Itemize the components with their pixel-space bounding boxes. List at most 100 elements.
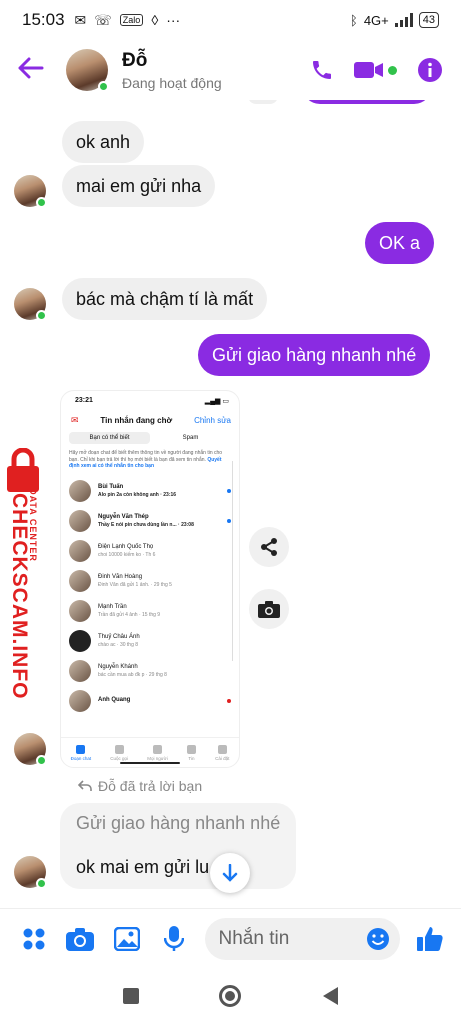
image-message[interactable]: 23:21 ▂▄▆ ▭ ✉ Tin nhắn đang chờ Chỉnh sửa… <box>60 390 240 768</box>
shot-row-avatar <box>69 599 91 622</box>
network-type: 4G+ <box>363 12 389 28</box>
contact-avatar[interactable] <box>66 49 109 92</box>
video-call-button[interactable] <box>354 59 397 81</box>
shot-row: Điện Lạnh Quốc Thọ choi 10000 kiếm ko · T… <box>61 536 239 566</box>
shot-tab: Đoạn chat <box>71 744 91 761</box>
shot-seg-spam: Spam <box>182 435 199 441</box>
contact-info[interactable]: Đỗ Đang hoạt động <box>122 50 222 91</box>
message-incoming[interactable]: ok anh <box>62 121 145 163</box>
shot-time: 23:21 <box>75 397 93 404</box>
sender-avatar[interactable] <box>14 733 47 766</box>
shot-row-name: Điện Lạnh Quốc Thọ <box>98 543 154 550</box>
missed-call-icon: ☏ <box>94 11 112 28</box>
message-outgoing[interactable]: Gửi giao hàng nhanh nhé <box>198 334 431 376</box>
camera-button-icon[interactable] <box>65 923 97 955</box>
reply-label-text: Đỗ đã trả lời bạn <box>98 778 203 794</box>
unread-dot <box>227 698 231 703</box>
contact-name: Đỗ <box>122 49 148 71</box>
shot-row: Đinh Văn Hoàng Đinh Văn đã gửi 1 ảnh. · 2… <box>61 566 239 596</box>
shot-info: Hãy mở đoạn chat để biết thêm thông tin … <box>69 450 223 463</box>
message-input[interactable]: Nhắn tin <box>204 917 401 960</box>
zalo-icon: Zalo <box>119 14 144 26</box>
sender-avatar[interactable] <box>14 856 47 889</box>
shot-tab: Tin <box>186 744 196 761</box>
diamond-icon: ◊ <box>151 12 159 28</box>
shot-list: Bùi Tuấn Alo pin 2a còn không anh · 23:16… <box>61 476 239 716</box>
shot-row: Nguyễn Khánh bác cần mua ab đk p · 29 thg… <box>61 656 239 686</box>
home-button[interactable] <box>218 985 241 1007</box>
shot-row-msg: chào ac · 30 thg 8 <box>98 641 139 648</box>
arrow-down-icon <box>222 864 238 882</box>
shot-row-msg: choi 10000 kiếm ko · Th 6 <box>98 551 156 558</box>
shot-row-avatar <box>69 689 91 712</box>
save-image-button[interactable] <box>249 589 289 629</box>
shot-row: Thuỷ Châu Ánh chào ac · 30 thg 8 <box>61 626 239 656</box>
shot-row-avatar <box>69 509 91 532</box>
share-button[interactable] <box>249 527 289 567</box>
shot-row-name: Thuỷ Châu Ánh <box>98 633 140 640</box>
quoted-message: Gửi giao hàng nhanh nhé <box>76 813 281 833</box>
shot-seg-known: Bạn có thể biết <box>69 432 150 444</box>
shot-scrollbar <box>231 461 233 661</box>
online-indicator <box>36 878 47 889</box>
online-indicator <box>36 310 47 321</box>
sender-avatar[interactable] <box>14 288 47 321</box>
online-indicator <box>36 755 47 766</box>
shot-row-avatar <box>69 569 91 592</box>
shot-status-icons: ▂▄▆ ▭ <box>204 398 229 405</box>
online-indicator <box>98 81 109 92</box>
shot-tab: Cuộc gọi <box>110 744 128 761</box>
reply-label: Đỗ đã trả lời bạn <box>78 778 202 794</box>
gallery-icon[interactable] <box>111 923 143 955</box>
email-icon: ✉ <box>74 11 87 28</box>
status-bar: 15:03 ✉ ☏ Zalo ◊ ··· ᛒ 4G+ 43 <box>0 0 461 40</box>
more-dots-icon: ··· <box>166 12 181 28</box>
shot-row-msg: Alo pin 2a còn không anh · 23:16 <box>98 491 177 498</box>
thumbs-up-icon[interactable] <box>414 923 446 955</box>
shot-home-indicator <box>120 762 180 764</box>
status-time: 15:03 <box>22 10 65 29</box>
shot-row-msg: bác cần mua ab đk p · 29 thg 8 <box>98 671 167 678</box>
shot-row-name: Đinh Văn Hoàng <box>98 573 143 580</box>
notification-icons: ✉ ☏ Zalo ◊ ··· <box>75 12 181 29</box>
online-indicator <box>36 197 47 208</box>
phone-icon[interactable] <box>310 58 334 82</box>
shot-tab: Cài đặt <box>215 744 229 761</box>
microphone-icon[interactable] <box>158 923 190 955</box>
active-dot <box>388 65 397 75</box>
shot-row-avatar <box>69 629 91 652</box>
shot-edit: Chỉnh sửa <box>194 416 231 425</box>
shot-row-msg: Thầy E nói pin chưa dùng lần n... · 23:0… <box>98 521 194 528</box>
sender-avatar[interactable] <box>14 175 47 208</box>
shot-tab: Mọi người <box>147 744 168 761</box>
unread-dot <box>227 488 231 493</box>
message-input-placeholder: Nhắn tin <box>218 927 290 949</box>
recents-button[interactable] <box>122 988 139 1004</box>
conversation-header: Đỗ Đang hoạt động <box>0 40 461 100</box>
reply-bubble[interactable]: Gửi giao hàng nhanh nhé ok mai em gửi lu <box>60 803 296 889</box>
back-arrow-icon[interactable] <box>18 57 54 84</box>
info-icon[interactable] <box>417 57 443 83</box>
system-nav-bar <box>0 968 461 1024</box>
shot-row-name: Bùi Tuấn <box>98 483 124 490</box>
reply-message: ok mai em gửi lu <box>76 857 210 877</box>
shot-row-name: Anh Quang <box>98 696 131 703</box>
contact-status: Đang hoạt động <box>122 74 222 91</box>
shot-row: Bùi Tuấn Alo pin 2a còn không anh · 23:16 <box>61 476 239 506</box>
share-icon <box>261 538 277 556</box>
shot-badge: ✉ <box>71 415 79 425</box>
shot-row-name: Nguyễn Văn Thép <box>98 513 149 520</box>
bluetooth-icon: ᛒ <box>350 12 358 28</box>
back-button[interactable] <box>321 986 339 1006</box>
apps-grid-icon[interactable] <box>18 923 50 955</box>
battery-level: 43 <box>418 12 439 28</box>
shot-row-msg: Đinh Văn đã gửi 1 ảnh. · 29 thg 5 <box>98 581 172 588</box>
scroll-down-button[interactable] <box>210 853 250 893</box>
camera-icon <box>258 601 280 618</box>
message-incoming[interactable]: bác mà chậm tí là mất <box>62 278 268 320</box>
message-outgoing[interactable]: OK a <box>365 222 435 264</box>
message-incoming[interactable]: mai em gửi nha <box>62 165 216 207</box>
shot-title: Tin nhắn đang chờ <box>100 416 173 425</box>
checkscam-watermark: DATA CENTER CHECKSCAM.INFO <box>0 448 50 700</box>
emoji-icon[interactable] <box>366 927 390 951</box>
